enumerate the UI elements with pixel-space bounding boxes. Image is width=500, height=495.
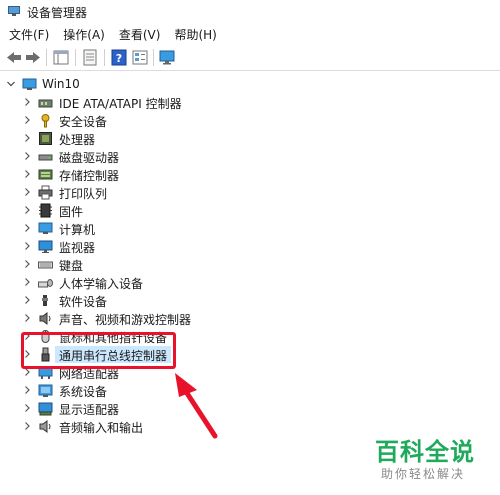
annotation-arrow-icon [175,373,218,439]
printer-icon [38,185,53,200]
tree-item-label: 键盘 [59,259,84,273]
svg-text:?: ? [116,52,122,65]
back-arrow-icon[interactable] [5,49,23,66]
tree-item-disk[interactable]: 磁盘驱动器 [0,148,500,166]
keyboard-icon [38,261,53,269]
computer-icon [38,222,53,234]
tree-item-label: 监视器 [59,241,96,255]
processor-icon [39,132,52,145]
tree-item-label: 显示适配器 [59,403,120,417]
chevron-right-icon[interactable] [22,132,32,144]
tree-item-software-device[interactable]: 软件设备 [0,292,500,310]
tree-item-label: 人体学输入设备 [59,277,144,291]
tree-item-sound[interactable]: 声音、视频和游戏控制器 [0,310,500,328]
toolbar: ? [0,45,500,71]
hid-icon [38,279,53,288]
tree-item-keyboard[interactable]: 键盘 [0,256,500,274]
security-key-icon [41,114,50,128]
device-manager-icon [8,6,20,16]
display-adapter-icon [38,402,53,416]
chevron-right-icon[interactable] [22,258,32,270]
menu-view[interactable]: 查看(V) [119,26,161,43]
annotation-highlight-box [21,332,176,369]
tree-root[interactable]: Win10 [0,76,500,94]
tree-item-storage[interactable]: 存储控制器 [0,166,500,184]
tree-item-display-adapter[interactable]: 显示适配器 [0,400,500,418]
tree-item-label: 打印队列 [59,187,108,201]
monitor-icon [38,240,53,253]
software-device-icon [42,295,48,306]
chevron-down-icon[interactable] [6,78,16,90]
tree-item-label: 固件 [59,205,84,219]
tree-item-security[interactable]: 安全设备 [0,112,500,130]
tree-item-label: 软件设备 [59,295,108,309]
menu-help[interactable]: 帮助(H) [174,26,216,43]
disk-drive-icon [38,154,53,161]
tree-root-label: Win10 [42,77,80,91]
forward-arrow-icon[interactable] [24,49,42,66]
chevron-right-icon[interactable] [22,276,32,288]
watermark-logo: 百科全说 助你轻松解决 [372,432,492,487]
tree-item-computer[interactable]: 计算机 [0,220,500,238]
menu-action[interactable]: 操作(A) [63,26,105,43]
chevron-right-icon[interactable] [22,294,32,306]
chevron-right-icon[interactable] [22,96,32,108]
chevron-right-icon[interactable] [22,312,32,324]
watermark-main-text: 百科全说 [375,438,475,466]
tree-item-label: 音频输入和输出 [59,421,144,435]
help-icon[interactable]: ? [110,49,128,66]
tree-item-print-queue[interactable]: 打印队列 [0,184,500,202]
tree-item-monitor[interactable]: 监视器 [0,238,500,256]
tree-item-label: 处理器 [59,133,96,147]
chevron-right-icon[interactable] [22,114,32,126]
tree-item-hid[interactable]: 人体学输入设备 [0,274,500,292]
sound-icon [39,312,51,325]
tree-item-label: 系统设备 [59,385,108,399]
tree-item-label: 磁盘驱动器 [59,151,120,165]
computer-icon [22,78,37,90]
menu-bar: 文件(F) 操作(A) 查看(V) 帮助(H) [0,23,500,45]
firmware-icon [39,203,52,218]
chevron-right-icon[interactable] [22,150,32,162]
chevron-right-icon[interactable] [22,240,32,252]
tree-item-processor[interactable]: 处理器 [0,130,500,148]
chevron-right-icon[interactable] [22,222,32,234]
chevron-right-icon[interactable] [22,168,32,180]
ide-controller-icon [38,99,53,108]
chevron-right-icon[interactable] [22,204,32,216]
menu-file[interactable]: 文件(F) [9,26,49,43]
chevron-right-icon[interactable] [22,402,32,414]
chevron-right-icon[interactable] [22,186,32,198]
tree-item-ide[interactable]: IDE ATA/ATAPI 控制器 [0,94,500,112]
tree-item-system[interactable]: 系统设备 [0,382,500,400]
storage-controller-icon [38,169,53,180]
window-title: 设备管理器 [27,6,88,20]
tree-item-firmware[interactable]: 固件 [0,202,500,220]
watermark-sub-text: 助你轻松解决 [381,467,466,481]
audio-io-icon [39,420,51,433]
device-list-icon[interactable] [131,49,149,66]
tree-item-label: 存储控制器 [59,169,120,183]
title-bar: 设备管理器 [0,0,500,23]
tree-item-label: 声音、视频和游戏控制器 [59,313,192,327]
system-device-icon [38,384,53,397]
chevron-right-icon[interactable] [22,384,32,396]
tree-item-label: IDE ATA/ATAPI 控制器 [59,97,182,111]
properties-grid-icon[interactable] [52,49,70,66]
tree-item-label: 计算机 [59,223,96,237]
scan-hardware-monitor-icon[interactable] [158,49,176,66]
document-icon[interactable] [81,49,99,66]
tree-item-label: 安全设备 [59,115,108,129]
chevron-right-icon[interactable] [22,420,32,432]
